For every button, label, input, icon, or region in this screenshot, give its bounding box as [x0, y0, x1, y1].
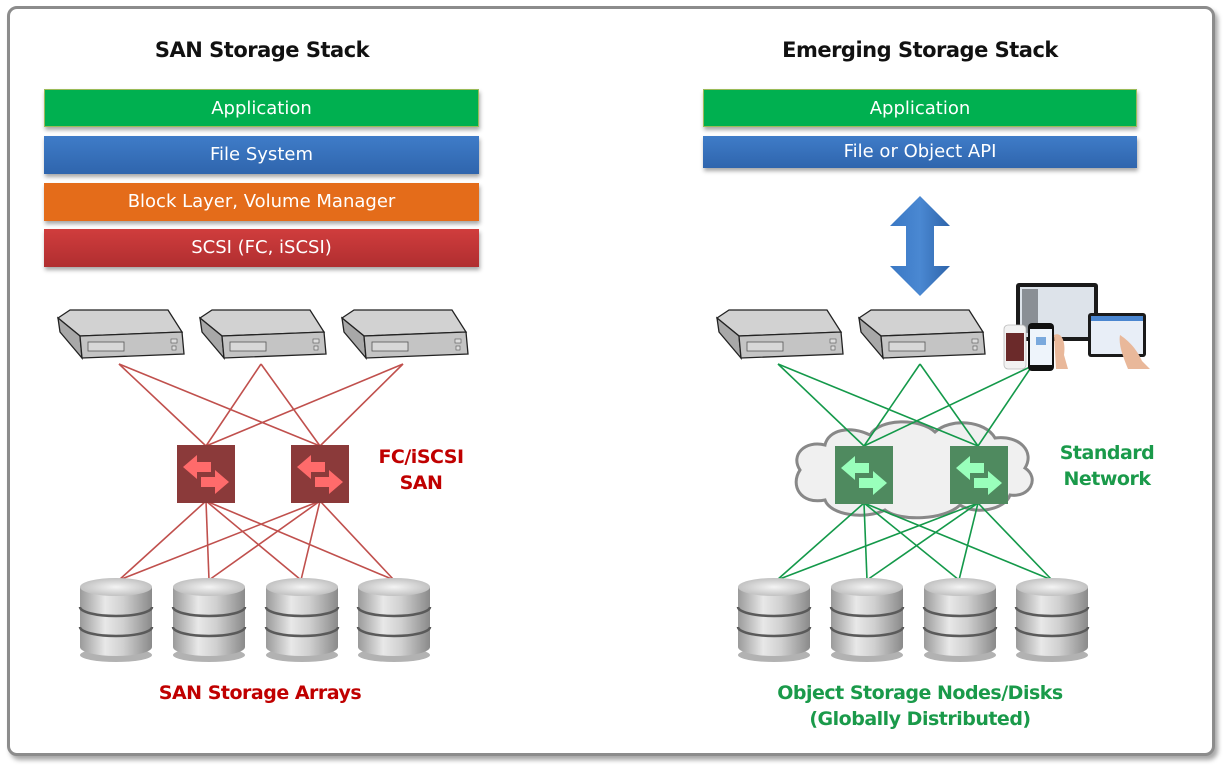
san-link [205, 500, 210, 581]
san-link [205, 363, 404, 447]
standard-network-label-line2: Network [1063, 468, 1151, 490]
network-link [777, 363, 865, 447]
storage-disk-icon [829, 576, 905, 664]
network-link [977, 502, 1053, 581]
network-link [776, 502, 865, 581]
network-switch-icon [950, 446, 1008, 504]
san-network-label-line1: FC/iSCSI [378, 446, 464, 468]
san-link [118, 363, 207, 447]
network-link [863, 502, 1053, 581]
san-link [319, 363, 404, 447]
server-icon [856, 309, 986, 359]
server-icon [339, 309, 469, 359]
san-switch-icon [177, 445, 235, 503]
storage-disk-icon [356, 576, 432, 664]
object-storage-label: Object Storage Nodes/Disks (Globally Dis… [735, 680, 1105, 732]
storage-disk-icon [78, 576, 154, 664]
storage-disk-icon [264, 576, 340, 664]
network-diagram [55, 196, 1150, 664]
storage-disk-icon [171, 576, 247, 664]
san-link [118, 500, 207, 581]
server-icon [714, 309, 844, 359]
server-icon [55, 309, 185, 359]
storage-disk-icon [1014, 576, 1090, 664]
san-network-label-line2: SAN [399, 472, 443, 494]
object-storage-label-line2: (Globally Distributed) [809, 708, 1031, 730]
standard-network-label: Standard Network [1042, 440, 1172, 492]
bidirectional-arrow-icon [890, 196, 950, 296]
san-storage-label: SAN Storage Arrays [158, 682, 362, 704]
san-link [319, 500, 395, 581]
storage-disk-icon [736, 576, 812, 664]
standard-network-label-line1: Standard [1059, 442, 1155, 464]
san-links [118, 363, 404, 581]
network-switch-icon [835, 446, 893, 504]
server-icon [197, 309, 327, 359]
storage-disk-icon [922, 576, 998, 664]
san-link [205, 500, 395, 581]
object-storage-label-line1: Object Storage Nodes/Disks [777, 682, 1063, 704]
san-switch-icon [291, 445, 349, 503]
san-network-label: FC/iSCSI SAN [366, 444, 476, 496]
mobile-devices-icon [1003, 283, 1150, 371]
